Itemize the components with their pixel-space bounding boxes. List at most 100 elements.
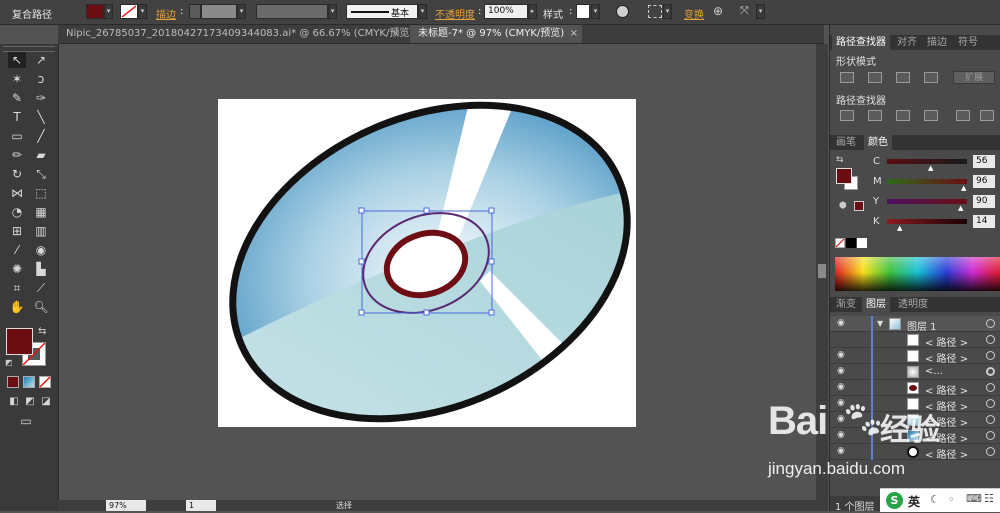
eyedropper-tool-icon[interactable]: ⁄ [8, 242, 26, 258]
target-icon[interactable] [986, 319, 995, 328]
stroke-weight-dropdown[interactable]: ▾ [237, 4, 246, 19]
exclude-icon[interactable] [924, 72, 938, 83]
punctuation-icon[interactable]: ◦ [948, 493, 955, 506]
gradient-mode-icon[interactable] [23, 376, 35, 388]
mesh-tool-icon[interactable]: ⊞ [8, 223, 26, 239]
disclosure-triangle-icon[interactable]: ▼ [877, 319, 883, 328]
magic-wand-tool-icon[interactable]: ✶ [8, 71, 26, 87]
fill-dropdown[interactable]: ▾ [104, 4, 113, 19]
gradient-tool-icon[interactable]: ▥ [32, 223, 50, 239]
scale-tool-icon[interactable]: ⤡ [32, 166, 50, 182]
selection-tool-icon[interactable]: ↖ [8, 52, 26, 68]
pencil-tool-icon[interactable]: ✏ [8, 147, 26, 163]
stroke-swatch[interactable] [120, 4, 138, 19]
zoom-tool-icon[interactable]: 🔍︎ [32, 299, 50, 315]
swap-colors-icon[interactable]: ⇆ [38, 326, 46, 337]
moon-icon[interactable]: ☾ [930, 493, 940, 506]
tab-brushes[interactable]: 画笔 [832, 135, 860, 150]
channel-y-value[interactable]: 90 [973, 195, 995, 208]
free-transform-tool-icon[interactable]: ⬚ [32, 185, 50, 201]
curvature-tool-icon[interactable]: ✑ [32, 90, 50, 106]
layer-row[interactable]: ◉ ▼ 图层 1 [830, 316, 1000, 333]
tab-transparency[interactable]: 透明度 [894, 297, 932, 312]
expand-button[interactable]: 扩展 [953, 71, 995, 84]
merge-icon[interactable] [896, 110, 910, 121]
zoom-field[interactable]: 97% [106, 500, 146, 511]
rectangle-tool-icon[interactable]: ▭ [8, 128, 26, 144]
trim-icon[interactable] [868, 110, 882, 121]
none-mode-icon[interactable] [39, 376, 51, 388]
page-field[interactable]: 1 [186, 500, 216, 511]
style-swatch[interactable] [576, 4, 590, 19]
channel-y-slider[interactable] [887, 199, 967, 204]
opacity-link[interactable]: 不透明度 [435, 6, 475, 21]
channel-m-slider[interactable] [887, 179, 967, 184]
color-spectrum[interactable] [835, 257, 1000, 291]
width-tool-icon[interactable]: ⋈ [8, 185, 26, 201]
screen-mode-icon[interactable]: ▭ [17, 413, 35, 429]
symbol-sprayer-tool-icon[interactable]: ✺ [8, 261, 26, 277]
unite-icon[interactable] [840, 72, 854, 83]
tab-nipic[interactable]: Nipic_26785037_20180427173409344083.ai* … [58, 25, 413, 43]
crop-icon[interactable] [924, 110, 938, 121]
blend-tool-icon[interactable]: ◉ [32, 242, 50, 258]
black-swatch[interactable] [846, 238, 856, 248]
target-icon[interactable] [986, 383, 995, 392]
draw-inside-icon[interactable]: ◪ [37, 394, 55, 410]
perspective-grid-tool-icon[interactable]: ▦ [32, 204, 50, 220]
transform-link[interactable]: 变换 [684, 6, 704, 21]
eye-icon[interactable]: ◉ [837, 350, 849, 360]
artboard-tool-icon[interactable]: ⌗ [8, 280, 26, 296]
intersect-icon[interactable] [896, 72, 910, 83]
recolor-icon[interactable] [616, 5, 629, 18]
column-graph-tool-icon[interactable]: ▙ [32, 261, 50, 277]
channel-m-value[interactable]: 96 [973, 175, 995, 188]
target-icon[interactable] [986, 351, 995, 360]
variable-width-select[interactable] [256, 4, 328, 19]
channel-k-value[interactable]: 14 [973, 215, 995, 228]
tab-align[interactable]: 对齐 [893, 35, 921, 50]
artboard[interactable] [218, 99, 636, 427]
hand-tool-icon[interactable]: ✋ [8, 299, 26, 315]
ime-language-label[interactable]: 英 [908, 493, 920, 510]
close-icon[interactable]: × [392, 25, 400, 43]
keyboard-icon[interactable]: ⌨ [966, 492, 982, 505]
layer-row[interactable]: < 路径 > [830, 332, 1000, 349]
brush-style-select[interactable]: 基本 [346, 4, 418, 19]
close-icon[interactable]: × [570, 25, 578, 43]
tab-pathfinder[interactable]: 路径查找器 [832, 35, 890, 50]
fill-swatch[interactable] [86, 4, 104, 19]
settings-icon[interactable]: ☷ [984, 492, 994, 505]
lasso-tool-icon[interactable]: ↄ [32, 71, 50, 87]
tab-stroke[interactable]: 描边 [923, 35, 951, 50]
line-tool-icon[interactable]: ╲ [32, 109, 50, 125]
type-tool-icon[interactable]: T [8, 109, 26, 125]
scrollbar-thumb[interactable] [818, 264, 826, 278]
align-icon[interactable] [648, 5, 662, 18]
tab-gradient[interactable]: 渐变 [832, 297, 860, 312]
paintbrush-tool-icon[interactable]: ╱ [32, 128, 50, 144]
tab-layers[interactable]: 图层 [862, 297, 890, 312]
rotate-tool-icon[interactable]: ↻ [8, 166, 26, 182]
shape-builder-tool-icon[interactable]: ◔ [8, 204, 26, 220]
stroke-dropdown[interactable]: ▾ [138, 4, 147, 19]
color-mode-icon[interactable] [7, 376, 19, 388]
flip-icon[interactable]: ⤧ [740, 4, 749, 18]
eraser-tool-icon[interactable]: ▰ [32, 147, 50, 163]
default-colors-icon[interactable]: ◩ [5, 358, 13, 367]
out-of-gamut-swatch[interactable] [854, 201, 864, 211]
eye-icon[interactable]: ◉ [837, 318, 849, 328]
eye-icon[interactable]: ◉ [837, 382, 849, 392]
direct-selection-tool-icon[interactable]: ↗ [32, 52, 50, 68]
tab-color[interactable]: 颜色 [864, 135, 892, 150]
white-swatch[interactable] [857, 238, 867, 248]
target-icon[interactable] [986, 367, 995, 376]
stroke-link[interactable]: 描边 [156, 6, 176, 21]
divide-icon[interactable] [840, 110, 854, 121]
channel-c-value[interactable]: 56 [973, 155, 995, 168]
outline-icon[interactable] [956, 110, 970, 121]
tab-symbols[interactable]: 符号 [954, 35, 982, 50]
reference-point-icon[interactable]: ⊕ [713, 4, 723, 18]
stroke-weight-stepper[interactable] [189, 4, 201, 19]
stroke-weight-input[interactable] [201, 4, 237, 19]
